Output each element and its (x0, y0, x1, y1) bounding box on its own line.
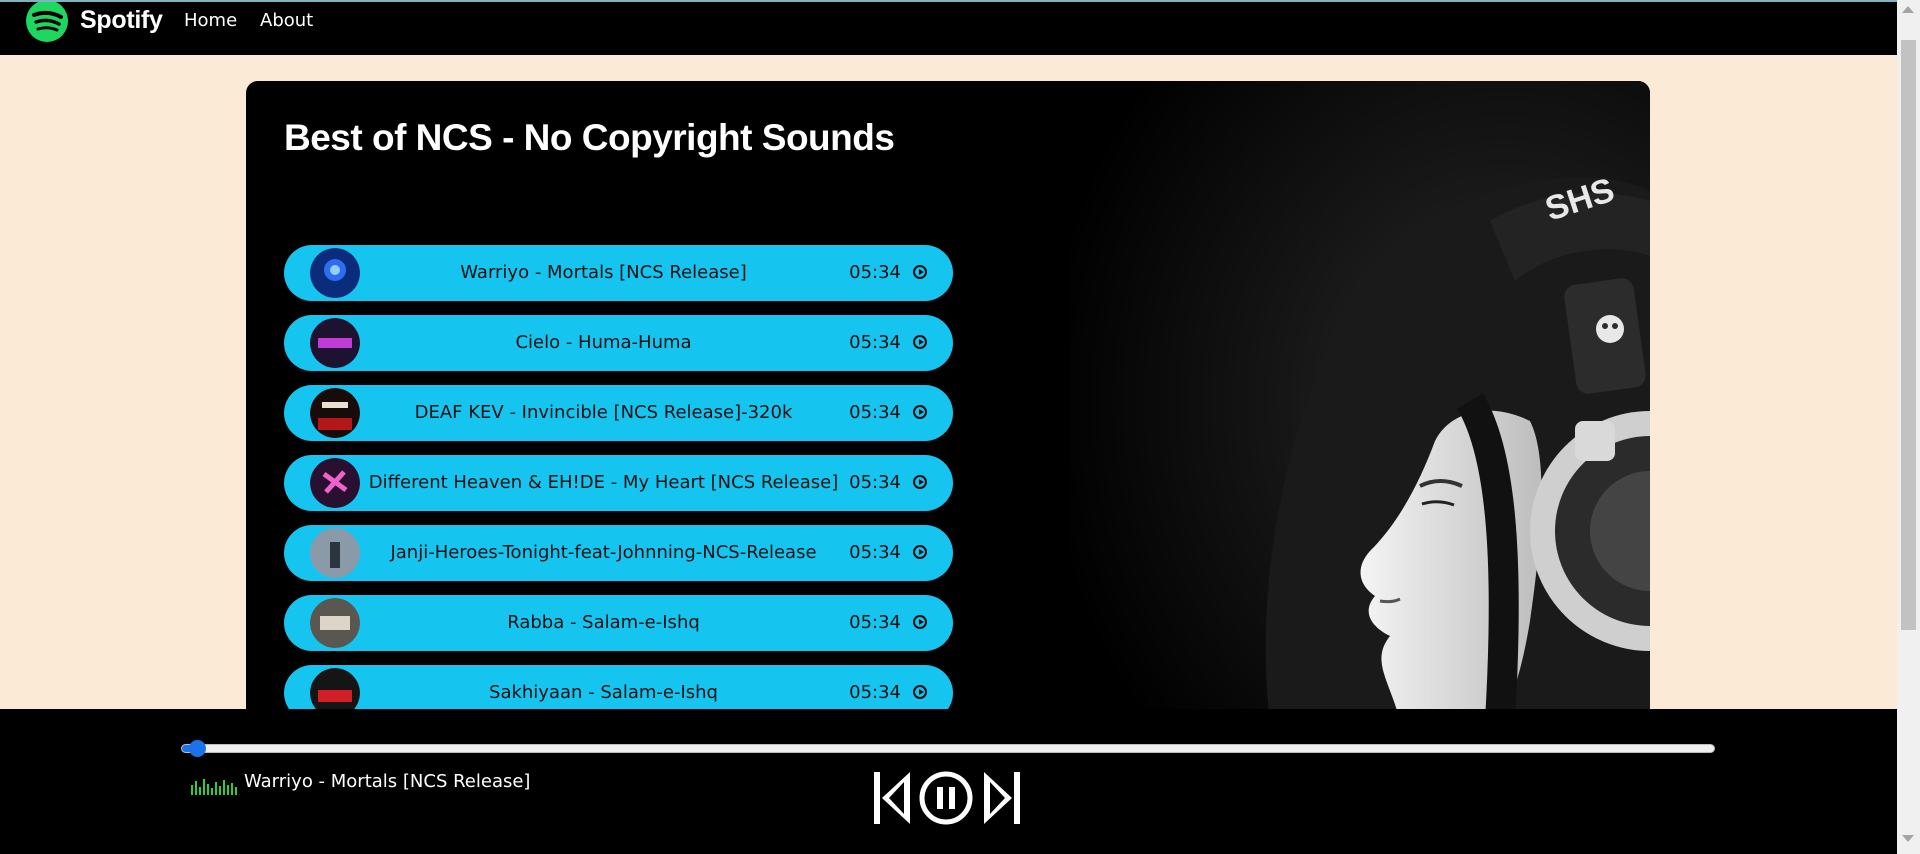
song-cover (310, 318, 360, 368)
nav-link-about[interactable]: About (260, 10, 313, 31)
song-name: Rabba - Salam-e-Ishq (507, 612, 700, 633)
song-name: Janji-Heroes-Tonight-feat-Johnning-NCS-R… (390, 542, 817, 563)
equalizer-icon (191, 779, 237, 795)
play-circle-icon[interactable] (913, 545, 927, 559)
song-cover (310, 598, 360, 648)
song-name: Warriyo - Mortals [NCS Release] (460, 262, 747, 283)
song-item[interactable]: Different Heaven & EH!DE - My Heart [NCS… (284, 455, 953, 511)
play-circle-icon[interactable] (913, 405, 927, 419)
song-duration: 05:34 (849, 262, 901, 283)
song-duration: 05:34 (849, 472, 901, 493)
play-circle-icon[interactable] (913, 335, 927, 349)
song-cover (310, 528, 360, 578)
brand-name[interactable]: Spotify (80, 6, 163, 35)
song-duration: 05:34 (849, 402, 901, 423)
spotify-logo-icon[interactable] (24, 2, 70, 42)
nav-link-home[interactable]: Home (184, 10, 237, 31)
previous-icon[interactable] (874, 772, 910, 824)
play-circle-icon[interactable] (913, 685, 927, 699)
navbar: Spotify Home About (0, 0, 1897, 55)
song-item[interactable]: Cielo - Huma-Huma 05:34 (284, 315, 953, 371)
playlist-title: Best of NCS - No Copyright Sounds (284, 117, 895, 158)
song-duration: 05:34 (849, 332, 901, 353)
page-scrollbar[interactable] (1897, 0, 1920, 854)
player-bar: Warriyo - Mortals [NCS Release] (0, 709, 1897, 854)
song-item[interactable]: Janji-Heroes-Tonight-feat-Johnning-NCS-R… (284, 525, 953, 581)
song-cover (310, 388, 360, 438)
play-circle-icon[interactable] (913, 615, 927, 629)
song-duration: 05:34 (849, 542, 901, 563)
progress-thumb[interactable] (189, 740, 207, 757)
playlist-card: SHS Best of NCS - No Copyright Sounds Wa… (246, 81, 1650, 721)
now-playing-title: Warriyo - Mortals [NCS Release] (244, 771, 531, 792)
play-circle-icon[interactable] (913, 265, 927, 279)
song-name: Cielo - Huma-Huma (515, 332, 692, 353)
pause-circle-icon[interactable] (919, 771, 973, 825)
song-name: Different Heaven & EH!DE - My Heart [NCS… (368, 472, 839, 493)
scroll-thumb[interactable] (1901, 40, 1916, 630)
hero-image: SHS (1070, 81, 1650, 721)
progress-bar[interactable] (181, 740, 1715, 757)
song-item[interactable]: Warriyo - Mortals [NCS Release] 05:34 (284, 245, 953, 301)
scroll-down-icon[interactable] (1902, 835, 1914, 842)
scroll-up-icon[interactable] (1902, 6, 1914, 13)
song-name: DEAF KEV - Invincible [NCS Release]-320k (414, 402, 793, 423)
song-duration: 05:34 (849, 612, 901, 633)
song-cover (310, 248, 360, 298)
next-icon[interactable] (984, 772, 1020, 824)
song-item[interactable]: Rabba - Salam-e-Ishq 05:34 (284, 595, 953, 651)
play-circle-icon[interactable] (913, 475, 927, 489)
song-item[interactable]: DEAF KEV - Invincible [NCS Release]-320k… (284, 385, 953, 441)
song-cover (310, 458, 360, 508)
